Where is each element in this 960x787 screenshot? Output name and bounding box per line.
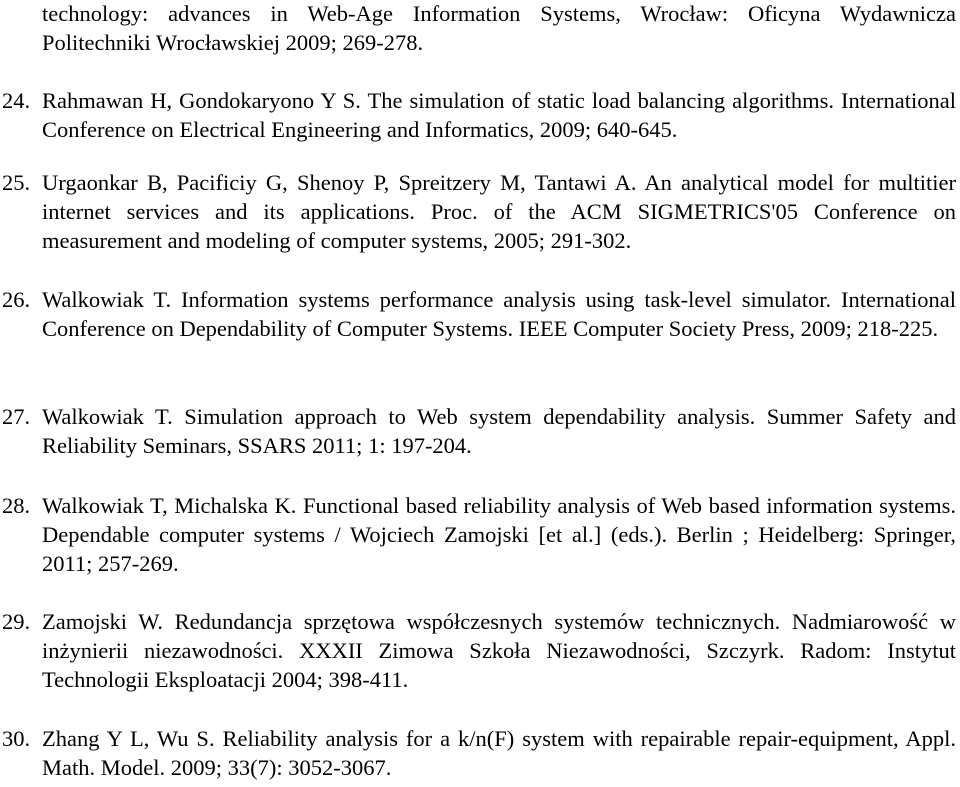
reference-text: Walkowiak T, Michalska K. Functional bas… — [42, 493, 956, 577]
reference-continued: technology: advances in Web-Age Informat… — [0, 0, 956, 57]
reference-number: 26. — [2, 287, 31, 312]
reference-29: 29. Zamojski W. Redundancja sprzętowa ws… — [0, 607, 956, 695]
reference-27: 27. Walkowiak T. Simulation approach to … — [0, 402, 956, 460]
reference-text: Walkowiak T. Information systems perform… — [42, 287, 956, 342]
reference-30: 30. Zhang Y L, Wu S. Reliability analysi… — [0, 724, 956, 782]
reference-24: 24. Rahmawan H, Gondokaryono Y S. The si… — [0, 86, 956, 144]
reference-text: Rahmawan H, Gondokaryono Y S. The simula… — [42, 88, 956, 143]
reference-text: Urgaonkar B, Pacificiy G, Shenoy P, Spre… — [42, 170, 956, 254]
reference-number: 28. — [2, 493, 31, 518]
reference-25: 25. Urgaonkar B, Pacificiy G, Shenoy P, … — [0, 168, 956, 256]
reference-number: 29. — [2, 609, 31, 634]
reference-28: 28. Walkowiak T, Michalska K. Functional… — [0, 491, 956, 579]
reference-text: Zamojski W. Redundancja sprzętowa współc… — [42, 609, 956, 693]
reference-number: 25. — [2, 170, 31, 195]
reference-number: 24. — [2, 88, 31, 113]
reference-text: Walkowiak T. Simulation approach to Web … — [42, 404, 956, 459]
reference-text: Zhang Y L, Wu S. Reliability analysis fo… — [42, 726, 956, 781]
reference-number: 30. — [2, 726, 31, 751]
reference-number: 27. — [2, 404, 31, 429]
reference-text: technology: advances in Web-Age Informat… — [42, 1, 956, 56]
reference-26: 26. Walkowiak T. Information systems per… — [0, 285, 956, 343]
